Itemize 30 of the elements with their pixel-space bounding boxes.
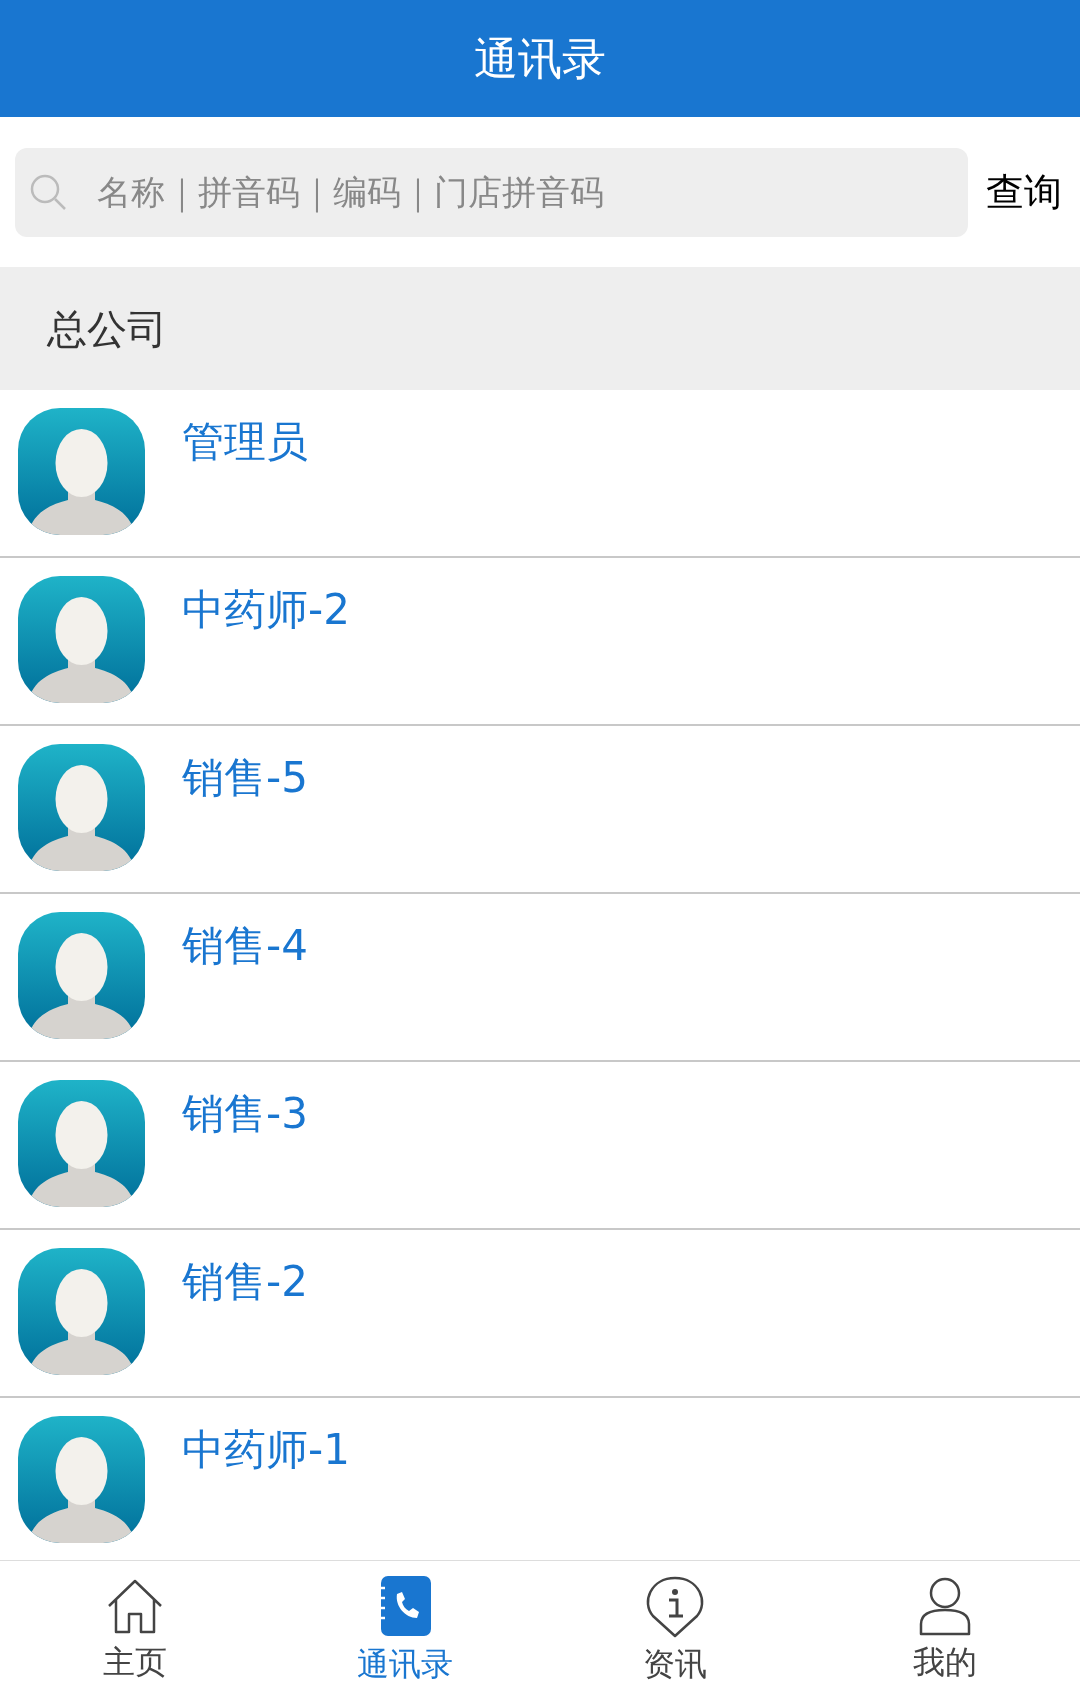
contact-name: 销售-3: [182, 1088, 308, 1140]
avatar-icon: [18, 1080, 145, 1207]
avatar-icon: [18, 912, 145, 1039]
tab-bar-item[interactable]: 主页: [0, 1561, 270, 1700]
contact-row[interactable]: 销售-5: [0, 726, 1080, 894]
contact-name: 销售-2: [182, 1256, 308, 1308]
contact-row[interactable]: 销售-2: [0, 1230, 1080, 1398]
tab-bar-item[interactable]: 我的: [810, 1561, 1080, 1700]
avatar-icon: [18, 744, 145, 871]
contact-row[interactable]: 中药师-2: [0, 558, 1080, 726]
person-icon: [917, 1575, 973, 1636]
group-label: 总公司: [47, 304, 167, 354]
page-title: 通讯录: [474, 31, 606, 86]
contact-name: 销售-5: [182, 752, 308, 804]
avatar-icon: [18, 576, 145, 703]
contact-name: 销售-4: [182, 920, 308, 972]
tab-bar-item[interactable]: 通讯录: [270, 1561, 540, 1700]
contact-row[interactable]: 销售-3: [0, 1062, 1080, 1230]
contact-name: 管理员: [182, 416, 308, 468]
search-icon: [29, 172, 67, 211]
search-button[interactable]: 查询: [978, 163, 1070, 221]
contact-name: 中药师-2: [182, 584, 350, 636]
avatar-icon: [18, 408, 145, 535]
contact-row[interactable]: 销售-4: [0, 894, 1080, 1062]
tab-bar-item[interactable]: 资讯: [540, 1561, 810, 1700]
contact-row[interactable]: 管理员: [0, 390, 1080, 558]
avatar-icon: [18, 1416, 145, 1543]
avatar-icon: [18, 1248, 145, 1375]
search-field[interactable]: 名称｜拼音码｜编码｜门店拼音码: [15, 147, 968, 237]
contact-name: 中药师-1: [182, 1424, 350, 1476]
